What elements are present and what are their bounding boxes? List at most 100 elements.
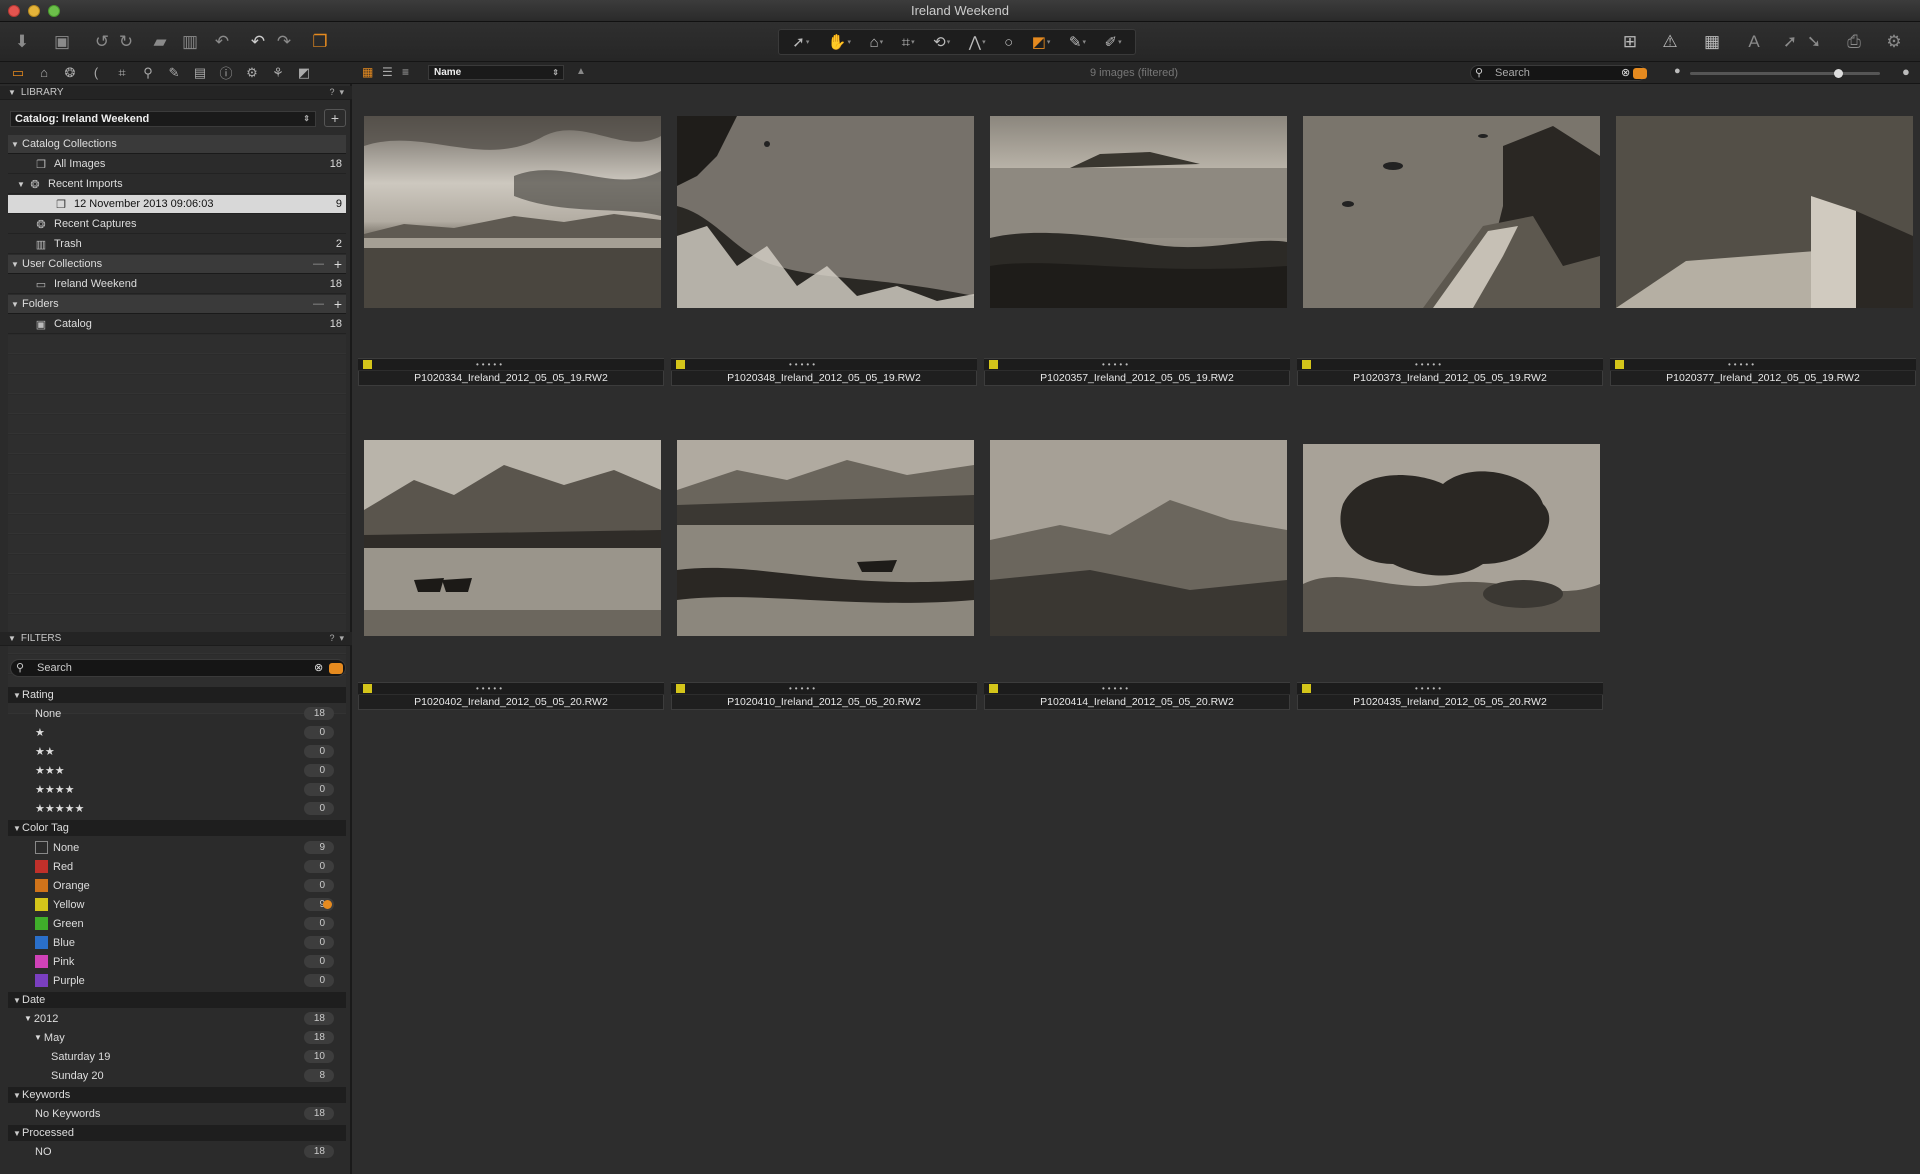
rating-filter-row[interactable]: ★ 0 bbox=[10, 723, 342, 742]
keywords-filter-header[interactable]: ▼ Keywords bbox=[8, 1087, 346, 1103]
undo-icon[interactable]: ↶ bbox=[244, 28, 272, 56]
sort-select[interactable]: Name ⇕ bbox=[428, 65, 564, 80]
crop-tab-icon[interactable]: ⌗ bbox=[110, 63, 134, 83]
collection-import-item[interactable]: ❐ 12 November 2013 09:06:03 9 bbox=[8, 195, 346, 214]
rating-filter-row[interactable]: ★★★ 0 bbox=[10, 761, 342, 780]
export-icon[interactable]: ➘ bbox=[1800, 28, 1828, 56]
image-cell[interactable]: ••••• P1020334_Ireland_2012_05_05_19.RW2 bbox=[358, 116, 664, 388]
image-cell[interactable]: ••••• P1020402_Ireland_2012_05_05_20.RW2 bbox=[358, 440, 664, 712]
image-cell[interactable]: ••••• P1020348_Ireland_2012_05_05_19.RW2 bbox=[671, 116, 977, 388]
print-icon[interactable]: ⎙ bbox=[1840, 28, 1868, 56]
rating-dots[interactable]: ••••• bbox=[789, 360, 818, 369]
image-thumbnail[interactable] bbox=[990, 440, 1287, 636]
image-thumbnail[interactable] bbox=[677, 440, 974, 636]
library-tab-icon[interactable]: ▭ bbox=[6, 63, 30, 83]
filter-options-icon[interactable] bbox=[1633, 68, 1647, 79]
picker-tool-icon[interactable]: ✐ ▾ bbox=[1105, 33, 1122, 51]
remove-icon[interactable]: — bbox=[313, 258, 324, 270]
sort-direction-icon[interactable]: ▲ bbox=[576, 66, 586, 77]
grid-view-icon[interactable]: ▦ bbox=[362, 65, 373, 79]
collection-all-images[interactable]: ❐ All Images 18 bbox=[8, 155, 346, 174]
image-cell[interactable]: ••••• P1020414_Ireland_2012_05_05_20.RW2 bbox=[984, 440, 1290, 712]
rotate-right-icon[interactable]: ↻ bbox=[112, 28, 140, 56]
collection-ireland-weekend[interactable]: ▭ Ireland Weekend 18 bbox=[8, 275, 346, 294]
image-cell[interactable]: ••••• P1020357_Ireland_2012_05_05_19.RW2 bbox=[984, 116, 1290, 388]
user-collections-group[interactable]: ▼ User Collections — + bbox=[8, 255, 346, 274]
color-tag-row-none[interactable]: None 9 bbox=[10, 838, 342, 857]
import-icon[interactable]: ⬇ bbox=[8, 28, 36, 56]
color-tag-row-blue[interactable]: Blue 0 bbox=[10, 933, 342, 952]
clear-search-icon[interactable]: ⊗ bbox=[1621, 66, 1630, 79]
brush-tool-icon[interactable]: ✎ ▾ bbox=[1069, 33, 1086, 51]
folder-catalog[interactable]: ▣ Catalog 18 bbox=[8, 315, 346, 334]
image-cell[interactable]: ••••• P1020435_Ireland_2012_05_05_20.RW2 bbox=[1297, 440, 1603, 712]
image-thumbnail[interactable] bbox=[1303, 444, 1600, 632]
folder-icon[interactable]: ▰ bbox=[146, 28, 174, 56]
batch-tab-icon[interactable]: ⚘ bbox=[266, 63, 290, 83]
lens-tab-icon[interactable]: ( bbox=[84, 63, 108, 83]
filmstrip-view-icon[interactable]: ≡ bbox=[402, 65, 409, 79]
rating-dots[interactable]: ••••• bbox=[1415, 360, 1444, 369]
library-header[interactable]: ▼ LIBRARY ? ▾ bbox=[0, 86, 352, 100]
date-day-row[interactable]: Sunday 20 8 bbox=[10, 1066, 342, 1085]
collection-recent-imports[interactable]: ▼ ❂ Recent Imports bbox=[8, 175, 346, 194]
rating-dots[interactable]: ••••• bbox=[789, 684, 818, 693]
catalog-select[interactable]: Catalog: Ireland Weekend ⇕ bbox=[10, 111, 316, 127]
add-icon[interactable]: + bbox=[334, 256, 342, 272]
collection-recent-captures[interactable]: ❂ Recent Captures bbox=[8, 215, 346, 234]
variants-icon[interactable]: ❐ bbox=[306, 28, 334, 56]
browser-search-field[interactable]: ⚲ Search ⊗ bbox=[1470, 65, 1647, 81]
color-tag-filter-header[interactable]: ▼ Color Tag bbox=[8, 820, 346, 836]
rating-dots[interactable]: ••••• bbox=[476, 360, 505, 369]
collection-trash[interactable]: ▥ Trash 2 bbox=[8, 235, 346, 254]
reset-icon[interactable]: ↶ bbox=[208, 28, 236, 56]
adjust-tab-icon[interactable]: ✎ bbox=[162, 63, 186, 83]
rotate-tool-icon[interactable]: ⟲ ▾ bbox=[933, 33, 950, 51]
processed-row[interactable]: NO 18 bbox=[10, 1142, 342, 1161]
rating-dots[interactable]: ••••• bbox=[1415, 684, 1444, 693]
clear-search-icon[interactable]: ⊗ bbox=[314, 661, 323, 674]
trash-icon[interactable]: ▥ bbox=[176, 28, 204, 56]
filters-search-field[interactable]: ⚲ Search ⊗ bbox=[10, 659, 346, 677]
pan-tool-icon[interactable]: ✋ ▾ bbox=[828, 33, 851, 51]
mask-tool-icon[interactable]: ◩ ▾ bbox=[1032, 33, 1051, 51]
exposure-warning-icon[interactable]: ⚠ bbox=[1656, 28, 1684, 56]
keyword-row[interactable]: No Keywords 18 bbox=[10, 1104, 342, 1123]
settings-icon[interactable]: ⚙ bbox=[1880, 28, 1908, 56]
date-year-row[interactable]: ▼ 2012 18 bbox=[10, 1009, 342, 1028]
image-thumbnail[interactable] bbox=[1303, 116, 1600, 308]
rating-dots[interactable]: ••••• bbox=[476, 684, 505, 693]
keystone-tool-icon[interactable]: ⋀ ▾ bbox=[969, 33, 986, 51]
folders-group[interactable]: ▼ Folders — + bbox=[8, 295, 346, 314]
filters-header[interactable]: ▼ FILTERS ? ▾ bbox=[0, 632, 352, 646]
list-view-icon[interactable]: ☰ bbox=[382, 65, 393, 79]
thumbnail-size-slider[interactable] bbox=[1690, 69, 1880, 78]
filter-options-icon[interactable] bbox=[329, 663, 343, 674]
date-filter-header[interactable]: ▼ Date bbox=[8, 992, 346, 1008]
focus-tab-icon[interactable]: ⚲ bbox=[136, 63, 160, 83]
library-help-icon[interactable]: ? ▾ bbox=[329, 87, 344, 98]
image-thumbnail[interactable] bbox=[1616, 116, 1913, 308]
add-icon[interactable]: + bbox=[334, 296, 342, 312]
color-tag-row-pink[interactable]: Pink 0 bbox=[10, 952, 342, 971]
select-tool-icon[interactable]: ➚ ▾ bbox=[792, 33, 809, 51]
rating-filter-row[interactable]: ★★★★ 0 bbox=[10, 780, 342, 799]
redo-icon[interactable]: ↷ bbox=[270, 28, 298, 56]
rating-dots[interactable]: ••••• bbox=[1102, 360, 1131, 369]
processed-filter-header[interactable]: ▼ Processed bbox=[8, 1125, 346, 1141]
date-day-row[interactable]: Saturday 19 10 bbox=[10, 1047, 342, 1066]
rating-dots[interactable]: ••••• bbox=[1728, 360, 1757, 369]
camera-icon[interactable]: ▣ bbox=[48, 28, 76, 56]
spot-tool-icon[interactable]: ○ bbox=[1004, 34, 1013, 51]
grid-icon[interactable]: ▦ bbox=[1698, 28, 1726, 56]
image-thumbnail[interactable] bbox=[677, 116, 974, 308]
proof-icon[interactable]: A bbox=[1740, 28, 1768, 56]
metadata-tab-icon[interactable]: ⓘ bbox=[214, 63, 238, 83]
rating-filter-row[interactable]: ★★ 0 bbox=[10, 742, 342, 761]
quick-tab-icon[interactable]: ◩ bbox=[292, 63, 316, 83]
date-month-row[interactable]: ▼ May 18 bbox=[10, 1028, 342, 1047]
color-tag-row-yellow[interactable]: Yellow9 bbox=[10, 895, 342, 914]
color-tab-icon[interactable]: ❂ bbox=[58, 63, 82, 83]
catalog-collections-group[interactable]: ▼ Catalog Collections bbox=[8, 135, 346, 154]
add-catalog-button[interactable]: + bbox=[324, 109, 346, 127]
